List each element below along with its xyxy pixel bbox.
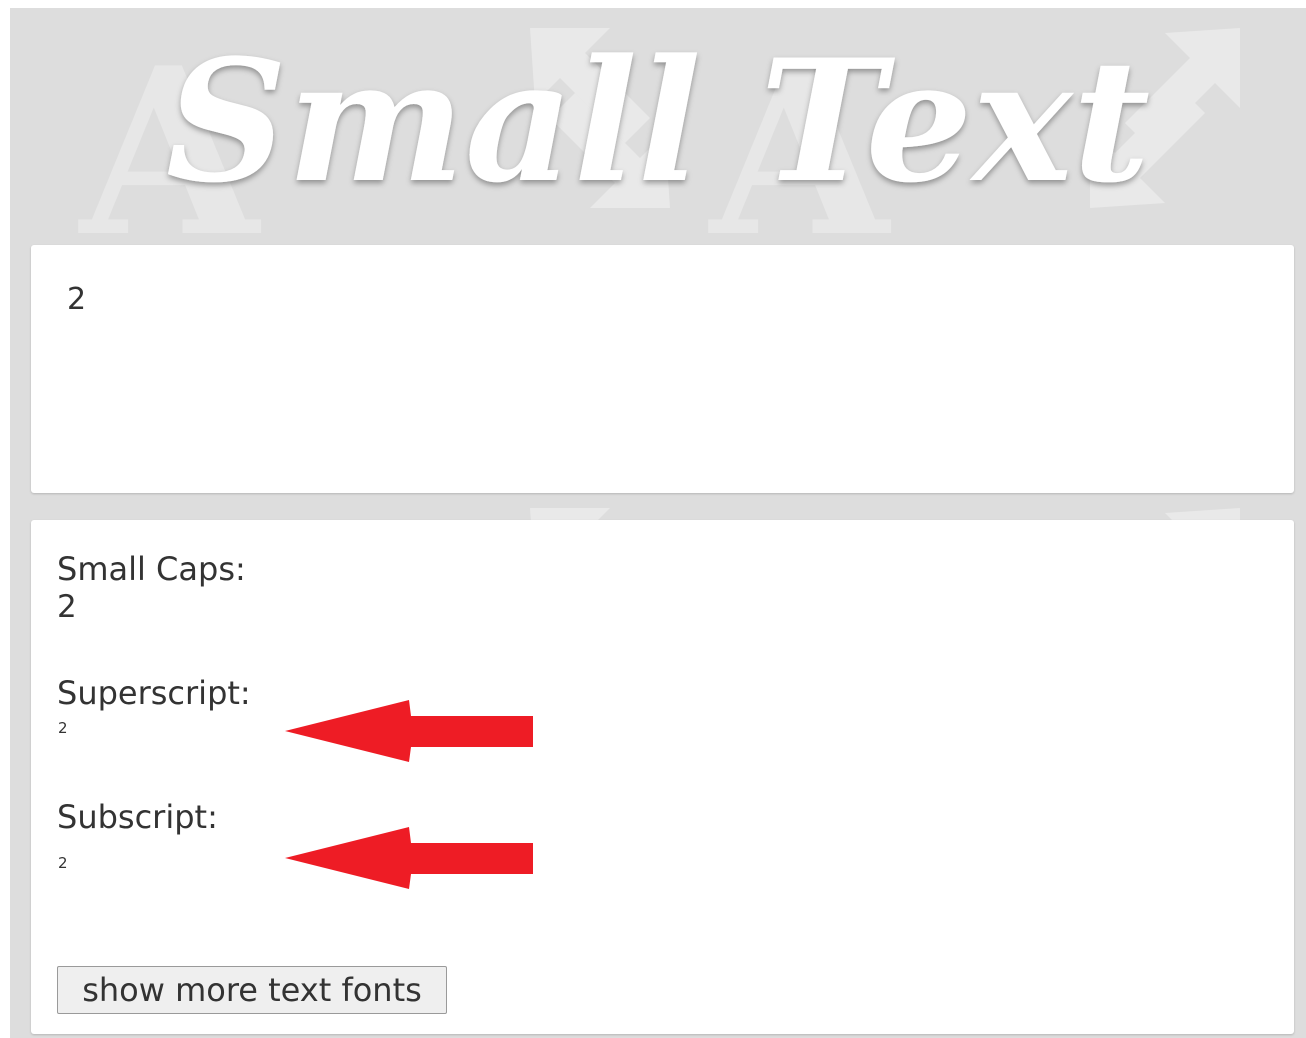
superscript-value[interactable]: 2 <box>58 721 68 736</box>
output-card: Small Caps: 2 Superscript: 2 Subscript: … <box>31 520 1294 1034</box>
subscript-label: Subscript: <box>57 798 218 836</box>
small-caps-value[interactable]: 2 <box>57 592 77 623</box>
text-input-value[interactable]: 2 <box>67 285 86 315</box>
red-pointer-arrow-icon <box>285 700 533 762</box>
subscript-value[interactable]: 2 <box>58 856 68 871</box>
page-title: Small Text <box>166 22 1150 220</box>
header-title-logo: Small Text <box>166 22 1150 220</box>
text-input-card[interactable]: 2 <box>31 245 1294 493</box>
page: A A A A Small Text 2 <box>10 8 1306 1038</box>
small-caps-label: Small Caps: <box>57 550 246 588</box>
show-more-fonts-button[interactable]: show more text fonts <box>57 966 447 1014</box>
superscript-label: Superscript: <box>57 674 251 712</box>
red-pointer-arrow-icon <box>285 827 533 889</box>
header: Small Text <box>10 8 1306 243</box>
